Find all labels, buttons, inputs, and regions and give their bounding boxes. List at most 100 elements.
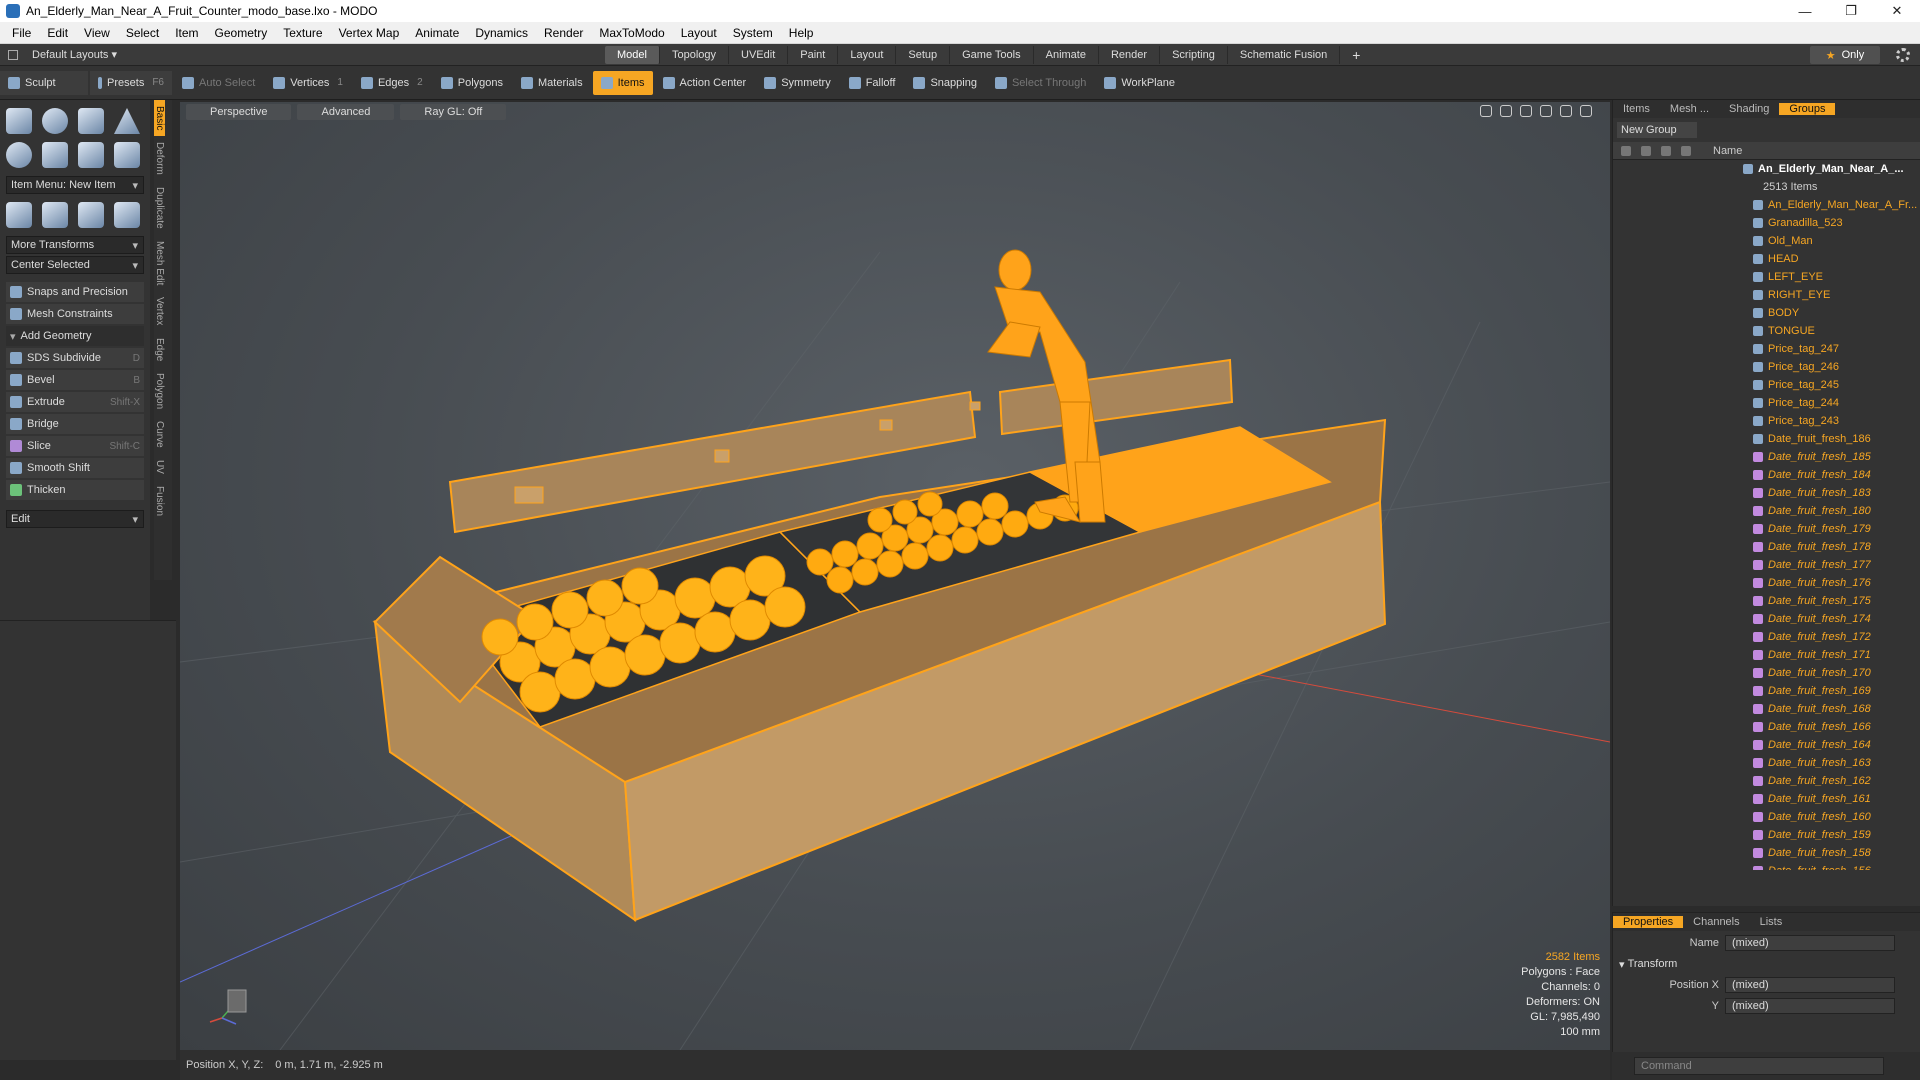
menu-dynamics[interactable]: Dynamics: [467, 26, 536, 40]
tree-item[interactable]: Date_fruit_fresh_172: [1613, 628, 1920, 646]
tree-item[interactable]: Date_fruit_fresh_170: [1613, 664, 1920, 682]
tab-shading[interactable]: Shading: [1719, 103, 1779, 115]
tab-game-tools[interactable]: Game Tools: [950, 46, 1034, 64]
position-x-field[interactable]: (mixed): [1725, 977, 1895, 993]
tree-item[interactable]: Date_fruit_fresh_176: [1613, 574, 1920, 592]
tree-item[interactable]: Date_fruit_fresh_159: [1613, 826, 1920, 844]
tab-scripting[interactable]: Scripting: [1160, 46, 1228, 64]
menu-texture[interactable]: Texture: [275, 26, 330, 40]
bridge-button[interactable]: Bridge: [6, 414, 144, 434]
gear-icon[interactable]: [1896, 48, 1910, 62]
menu-select[interactable]: Select: [118, 26, 167, 40]
tree-item[interactable]: Old_Man: [1613, 232, 1920, 250]
eye-icon[interactable]: [1621, 145, 1631, 156]
tree-item[interactable]: Date_fruit_fresh_161: [1613, 790, 1920, 808]
rotate-icon[interactable]: [42, 202, 68, 228]
text-tool-icon[interactable]: [114, 142, 140, 168]
tree-item[interactable]: Date_fruit_fresh_185: [1613, 448, 1920, 466]
play-icon[interactable]: [1580, 105, 1592, 117]
lock-column-icon[interactable]: [1661, 145, 1671, 156]
pan-icon[interactable]: [1480, 105, 1492, 117]
orbit-icon[interactable]: [1500, 105, 1512, 117]
snapping-button[interactable]: Snapping: [905, 71, 985, 95]
tree-item[interactable]: Price_tag_246: [1613, 358, 1920, 376]
mesh-constraints-button[interactable]: Mesh Constraints: [6, 304, 144, 324]
edit-dropdown[interactable]: Edit: [6, 510, 144, 528]
tree-item[interactable]: Date_fruit_fresh_156: [1613, 862, 1920, 870]
render-icon[interactable]: [1641, 145, 1651, 156]
menu-edit[interactable]: Edit: [39, 26, 76, 40]
menu-geometry[interactable]: Geometry: [207, 26, 276, 40]
bevel-button[interactable]: Bevel B: [6, 370, 144, 390]
items-button[interactable]: Items: [592, 70, 653, 95]
thicken-button[interactable]: Thicken: [6, 480, 144, 500]
tab-paint[interactable]: Paint: [788, 46, 839, 64]
restore-icon[interactable]: ❐: [1828, 0, 1874, 22]
tree-item[interactable]: Date_fruit_fresh_175: [1613, 592, 1920, 610]
tab-setup[interactable]: Setup: [896, 46, 951, 64]
tab-model[interactable]: Model: [605, 46, 660, 64]
cylinder-icon[interactable]: [78, 108, 104, 134]
cone-icon[interactable]: [114, 108, 140, 134]
layout-dropdown[interactable]: Default Layouts ▾: [0, 48, 140, 61]
extrude-button[interactable]: Extrude Shift-X: [6, 392, 144, 412]
tab-mesh[interactable]: Mesh ...: [1660, 103, 1719, 115]
name-column-header[interactable]: Name: [1713, 145, 1742, 157]
tab-animate[interactable]: Animate: [1034, 46, 1099, 64]
new-group-button[interactable]: New Group: [1617, 122, 1697, 138]
view-perspective-button[interactable]: Perspective: [186, 104, 292, 120]
sculpt-button[interactable]: Sculpt: [0, 70, 88, 95]
vtab-polygon[interactable]: Polygon: [154, 367, 165, 415]
tree-item[interactable]: Date_fruit_fresh_168: [1613, 700, 1920, 718]
menu-maxtomodo[interactable]: MaxToModo: [591, 26, 672, 40]
vtab-curve[interactable]: Curve: [154, 415, 165, 454]
more-transforms-dropdown[interactable]: More Transforms: [6, 236, 144, 254]
tree-item[interactable]: Date_fruit_fresh_160: [1613, 808, 1920, 826]
zoom-icon[interactable]: [1520, 105, 1532, 117]
menu-file[interactable]: File: [4, 26, 39, 40]
auto-select-button[interactable]: Auto Select: [174, 71, 263, 95]
tree-item[interactable]: Date_fruit_fresh_180: [1613, 502, 1920, 520]
presets-button[interactable]: Presets F6: [90, 70, 172, 95]
lock-icon[interactable]: [8, 49, 18, 60]
tab-groups[interactable]: Groups: [1779, 103, 1836, 115]
move-icon[interactable]: [6, 202, 32, 228]
menu-help[interactable]: Help: [781, 26, 822, 40]
3d-viewport[interactable]: Perspective Advanced Ray GL: Off 2582 It…: [180, 102, 1610, 1050]
tree-item[interactable]: RIGHT_EYE: [1613, 286, 1920, 304]
tab-render[interactable]: Render: [1099, 46, 1161, 64]
tree-item[interactable]: Price_tag_247: [1613, 340, 1920, 358]
vtab-edge[interactable]: Edge: [154, 332, 165, 367]
tree-item[interactable]: Date_fruit_fresh_174: [1613, 610, 1920, 628]
tree-item[interactable]: TONGUE: [1613, 322, 1920, 340]
command-input[interactable]: Command: [1634, 1057, 1884, 1075]
vtab-mesh-edit[interactable]: Mesh Edit: [154, 235, 165, 291]
tab-lists[interactable]: Lists: [1750, 916, 1793, 928]
tree-item[interactable]: Date_fruit_fresh_177: [1613, 556, 1920, 574]
tab-schematic-fusion[interactable]: Schematic Fusion: [1228, 46, 1341, 64]
tree-item[interactable]: Date_fruit_fresh_171: [1613, 646, 1920, 664]
tree-item[interactable]: Date_fruit_fresh_179: [1613, 520, 1920, 538]
tree-item[interactable]: Date_fruit_fresh_163: [1613, 754, 1920, 772]
sds-subdivide-button[interactable]: SDS Subdivide D: [6, 348, 144, 368]
symmetry-button[interactable]: Symmetry: [756, 71, 839, 95]
edges-button[interactable]: Edges 2: [353, 71, 431, 95]
menu-system[interactable]: System: [725, 26, 781, 40]
tube-icon[interactable]: [42, 142, 68, 168]
tree-item[interactable]: Date_fruit_fresh_186: [1613, 430, 1920, 448]
tab-topology[interactable]: Topology: [660, 46, 730, 64]
tab-uvedit[interactable]: UVEdit: [729, 46, 789, 64]
tab-channels[interactable]: Channels: [1683, 916, 1749, 928]
snaps-precision-button[interactable]: Snaps and Precision: [6, 282, 144, 302]
tree-item[interactable]: Date_fruit_fresh_164: [1613, 736, 1920, 754]
menu-item[interactable]: Item: [167, 26, 206, 40]
menu-vertex-map[interactable]: Vertex Map: [331, 26, 408, 40]
center-selected-dropdown[interactable]: Center Selected: [6, 256, 144, 274]
vtab-uv[interactable]: UV: [154, 454, 165, 480]
slice-button[interactable]: Slice Shift-C: [6, 436, 144, 456]
vtab-fusion[interactable]: Fusion: [154, 480, 165, 522]
add-geometry-section[interactable]: ▾ Add Geometry: [6, 326, 144, 346]
tree-item[interactable]: BODY: [1613, 304, 1920, 322]
name-field[interactable]: (mixed): [1725, 935, 1895, 951]
polygons-button[interactable]: Polygons: [433, 71, 511, 95]
